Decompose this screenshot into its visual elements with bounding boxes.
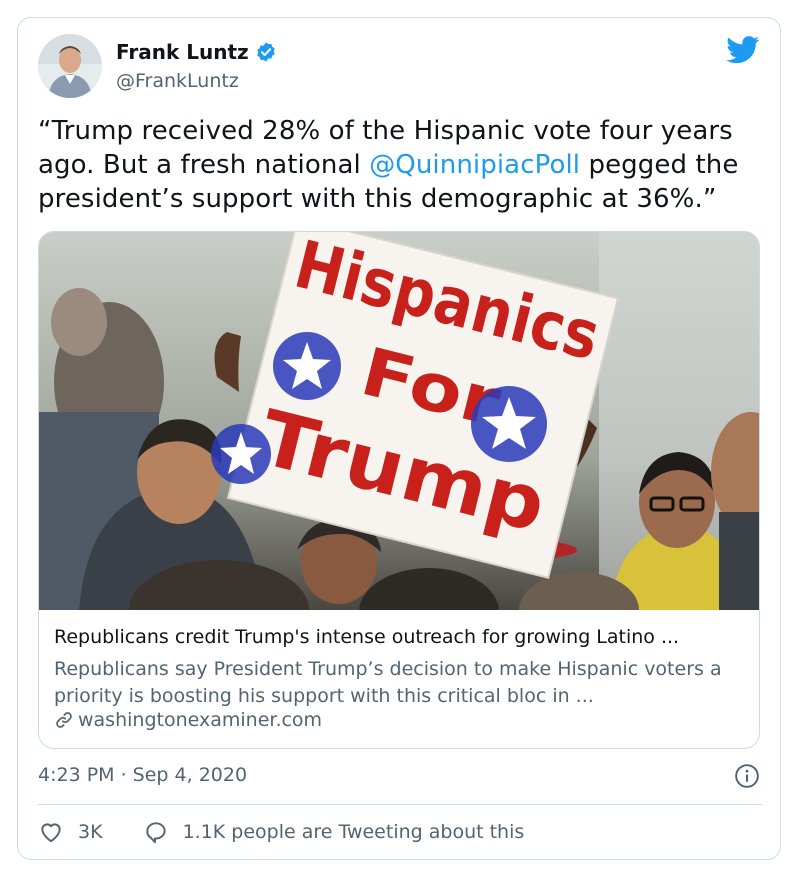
twitter-bird-icon[interactable] [726, 36, 760, 64]
link-domain: washingtonexaminer.com [54, 709, 322, 731]
tweet-card: Frank Luntz @FrankLuntz “Trump received … [17, 17, 781, 860]
reply-bubble-icon [145, 822, 166, 844]
like-button[interactable]: 3K [38, 819, 103, 845]
link-icon [56, 712, 72, 728]
link-preview-card[interactable]: Hispanics For Trump Republicans credit T… [38, 231, 760, 749]
mention-link[interactable]: @QuinnipiacPoll [369, 150, 580, 180]
tweet-actions: 3K 1.1K people are Tweeting about this [38, 818, 524, 846]
link-description: Republicans say President Trump’s decisi… [54, 658, 722, 707]
link-title[interactable]: Republicans credit Trump's intense outre… [54, 626, 749, 648]
tweet-text: “Trump received 28% of the Hispanic vote… [38, 114, 762, 216]
link-domain-text: washingtonexaminer.com [78, 709, 323, 731]
author-handle[interactable]: @FrankLuntz [116, 70, 239, 92]
heart-icon [41, 823, 61, 843]
verified-badge-icon [256, 42, 275, 62]
tweet-timestamp[interactable]: 4:23 PM · Sep 4, 2020 [38, 764, 247, 786]
avatar[interactable] [38, 34, 102, 98]
article-photo: Hispanics For Trump [39, 232, 759, 610]
conversation-button[interactable]: 1.1K people are Tweeting about this [143, 819, 525, 845]
conversation-text: 1.1K people are Tweeting about this [182, 821, 525, 843]
divider [38, 804, 762, 805]
author-row: Frank Luntz [116, 40, 277, 64]
author-name[interactable]: Frank Luntz [116, 40, 249, 64]
like-count: 3K [78, 821, 103, 843]
info-icon[interactable] [734, 763, 760, 789]
